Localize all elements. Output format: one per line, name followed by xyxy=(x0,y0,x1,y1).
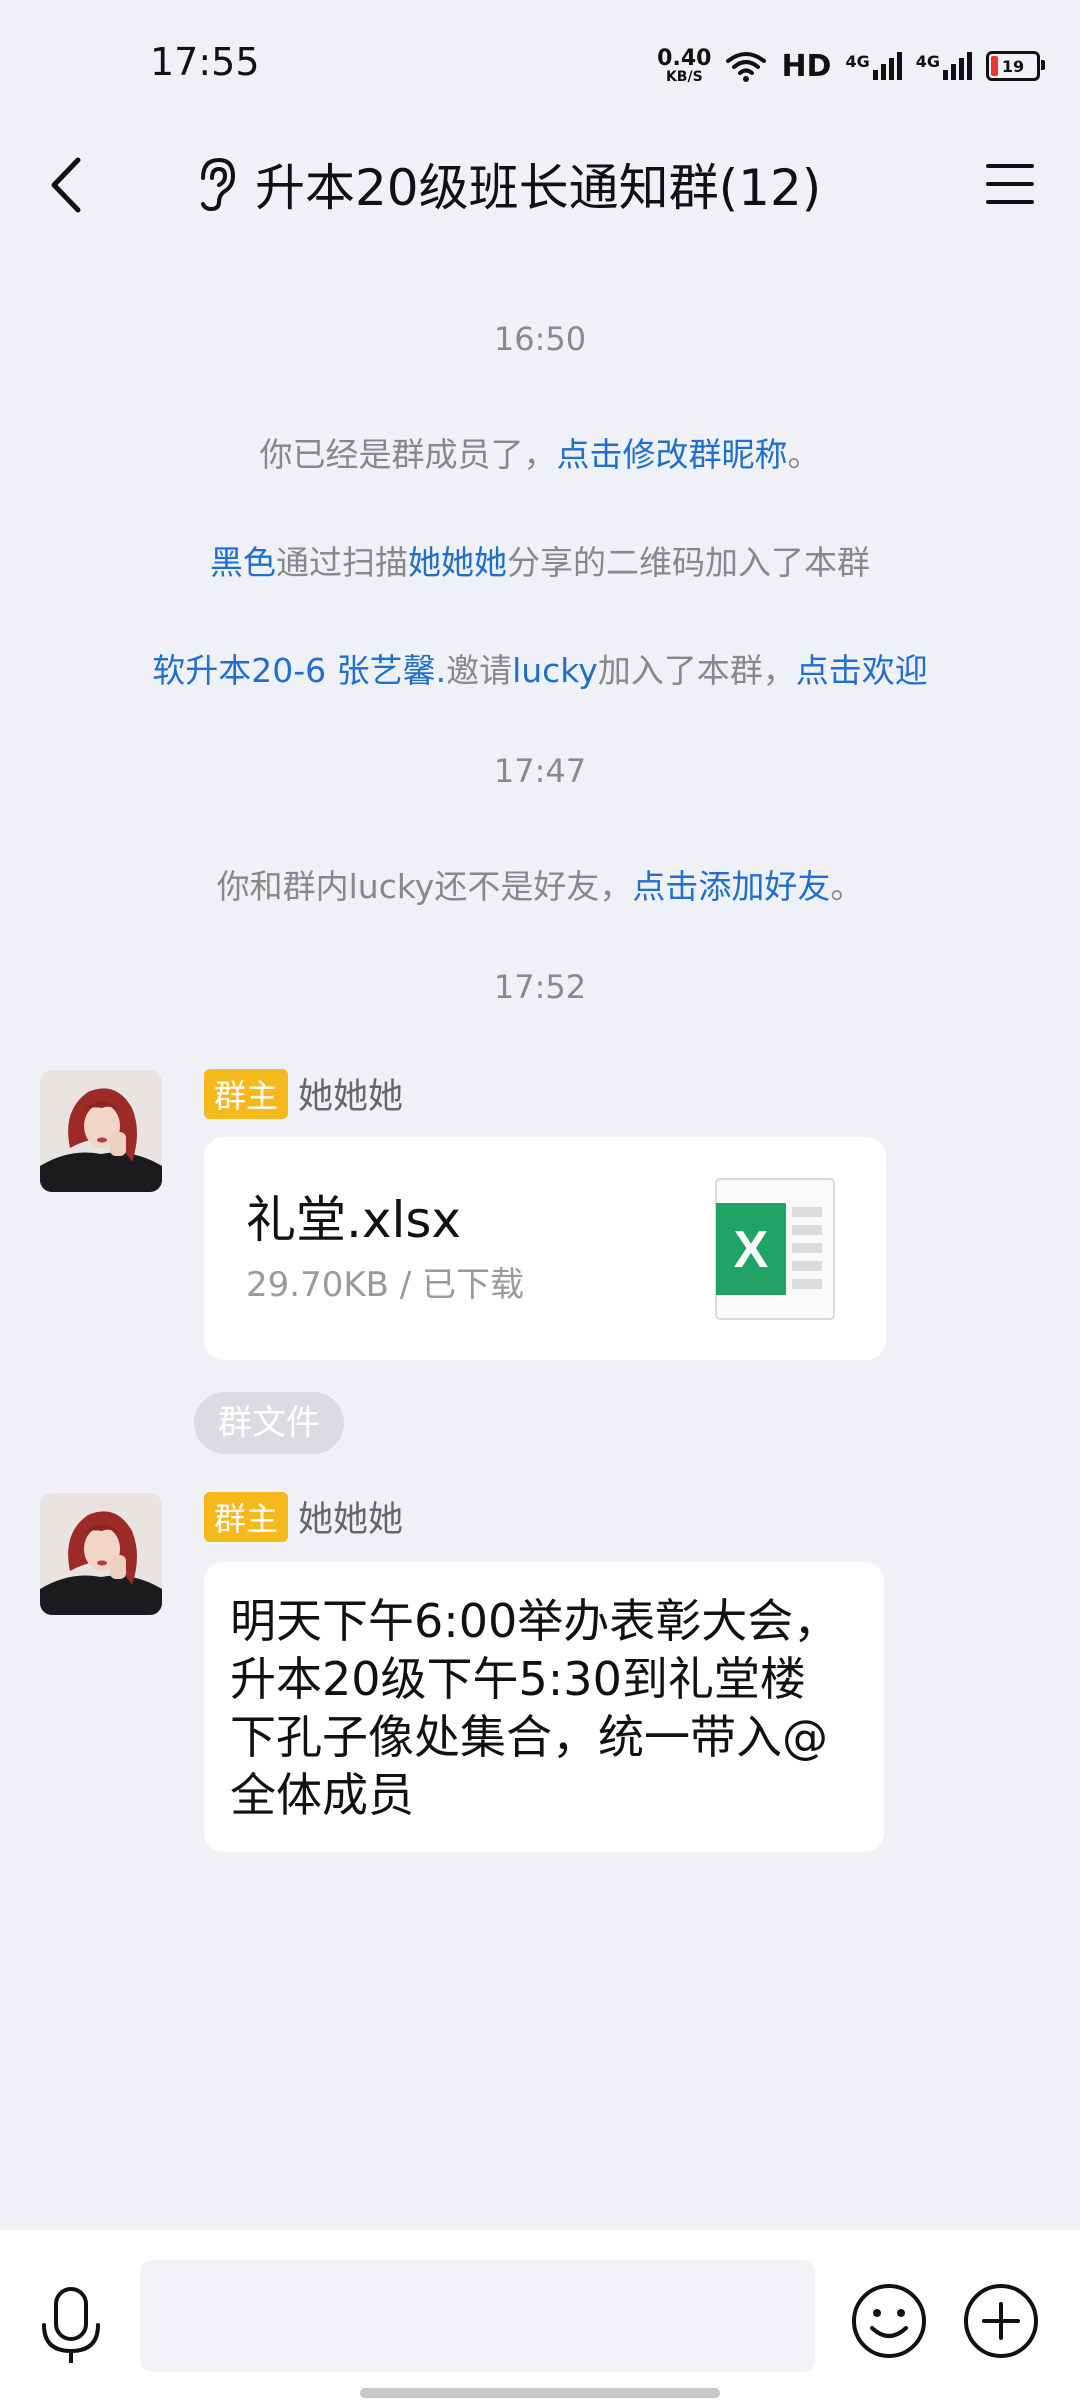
svg-text:X: X xyxy=(734,1221,769,1279)
network-type-1: 4G xyxy=(845,52,870,71)
welcome-link[interactable]: 点击欢迎 xyxy=(796,651,928,690)
avatar[interactable] xyxy=(40,1493,162,1615)
network-speed: 0.40 KB/S xyxy=(657,46,712,85)
chat-header: 升本20级班长通知群(12) xyxy=(0,140,1080,230)
sender-name[interactable]: 她她她 xyxy=(298,1068,403,1119)
file-message-card[interactable]: 礼堂.xlsx 29.70KB / 已下载 X xyxy=(204,1137,886,1360)
wifi-icon xyxy=(726,52,767,82)
timestamp: 17:52 xyxy=(493,968,587,1006)
battery-level: 19 xyxy=(1001,56,1025,76)
timestamp: 16:50 xyxy=(493,320,587,358)
system-text: 加入了本群， xyxy=(597,651,796,690)
sender-name[interactable]: 她她她 xyxy=(298,1491,403,1542)
owner-badge: 群主 xyxy=(204,1068,289,1119)
header-title-group: 升本20级班长通知群(12) xyxy=(195,148,821,220)
battery-icon: 19 xyxy=(986,51,1045,81)
group-file-chip[interactable]: 群文件 xyxy=(194,1392,344,1454)
system-message: 你和群内lucky还不是好友，点击添加好友。 xyxy=(0,860,1080,908)
ear-icon[interactable] xyxy=(195,156,239,212)
network-type-2: 4G xyxy=(915,52,940,71)
message-input[interactable] xyxy=(140,2260,815,2372)
owner-badge: 群主 xyxy=(204,1491,289,1542)
network-speed-value: 0.40 xyxy=(657,46,712,71)
plus-icon[interactable] xyxy=(962,2282,1040,2360)
network-speed-unit: KB/S xyxy=(665,69,703,85)
status-time: 17:55 xyxy=(150,40,260,84)
emoji-icon[interactable] xyxy=(850,2282,928,2360)
member-name-link[interactable]: 她她她 xyxy=(408,543,507,582)
page-title: 升本20级班长通知群(12) xyxy=(255,159,822,217)
system-text: 通过扫描 xyxy=(276,543,408,582)
hd-indicator: HD xyxy=(781,48,832,84)
file-name: 礼堂.xlsx xyxy=(246,1191,462,1249)
system-text: 。 xyxy=(830,867,864,906)
menu-icon[interactable] xyxy=(980,154,1040,214)
system-message: 你已经是群成员了，点击修改群昵称。 xyxy=(0,428,1080,476)
add-friend-link[interactable]: 点击添加好友 xyxy=(632,867,830,906)
file-meta: 29.70KB / 已下载 xyxy=(246,1265,525,1305)
message-text: 明天下午6:00举办表彰大会，升本20级下午5:30到礼堂楼下孔子像处集合，统一… xyxy=(230,1594,840,1822)
input-bar xyxy=(0,2230,1080,2400)
sender-row: 群主 她她她 xyxy=(204,1491,403,1542)
excel-file-icon: X xyxy=(715,1178,835,1320)
system-text: 。 xyxy=(787,435,821,474)
avatar[interactable] xyxy=(40,1070,162,1192)
sender-row: 群主 她她她 xyxy=(204,1068,403,1119)
signal-icon: 4G xyxy=(845,52,902,80)
signal-icon-2: 4G xyxy=(916,52,972,80)
member-name-link[interactable]: 软升本20-6 张艺馨. xyxy=(152,651,446,690)
system-text: 邀请 xyxy=(446,651,513,690)
system-message: 软升本20-6 张艺馨.邀请lucky加入了本群，点击欢迎 xyxy=(0,644,1080,692)
system-text: 分享的二维码加入了本群 xyxy=(507,543,870,582)
home-indicator[interactable] xyxy=(360,2388,720,2398)
microphone-icon[interactable] xyxy=(36,2285,106,2365)
back-icon[interactable] xyxy=(40,152,100,218)
system-text: 你和群内lucky还不是好友， xyxy=(216,867,633,906)
member-name-link[interactable]: lucky xyxy=(512,651,598,690)
status-icons: 0.40 KB/S HD 4G 4G 19 xyxy=(657,44,1045,88)
system-text: 你已经是群成员了， xyxy=(259,435,557,474)
text-message-bubble[interactable]: 明天下午6:00举办表彰大会，升本20级下午5:30到礼堂楼下孔子像处集合，统一… xyxy=(204,1562,884,1852)
edit-nickname-link[interactable]: 点击修改群昵称 xyxy=(557,435,788,474)
status-bar: 17:55 0.40 KB/S HD 4G 4G 19 xyxy=(0,0,1080,130)
timestamp: 17:47 xyxy=(493,752,587,790)
member-name-link[interactable]: 黑色 xyxy=(210,543,276,582)
system-message: 黑色通过扫描她她她分享的二维码加入了本群 xyxy=(0,536,1080,584)
